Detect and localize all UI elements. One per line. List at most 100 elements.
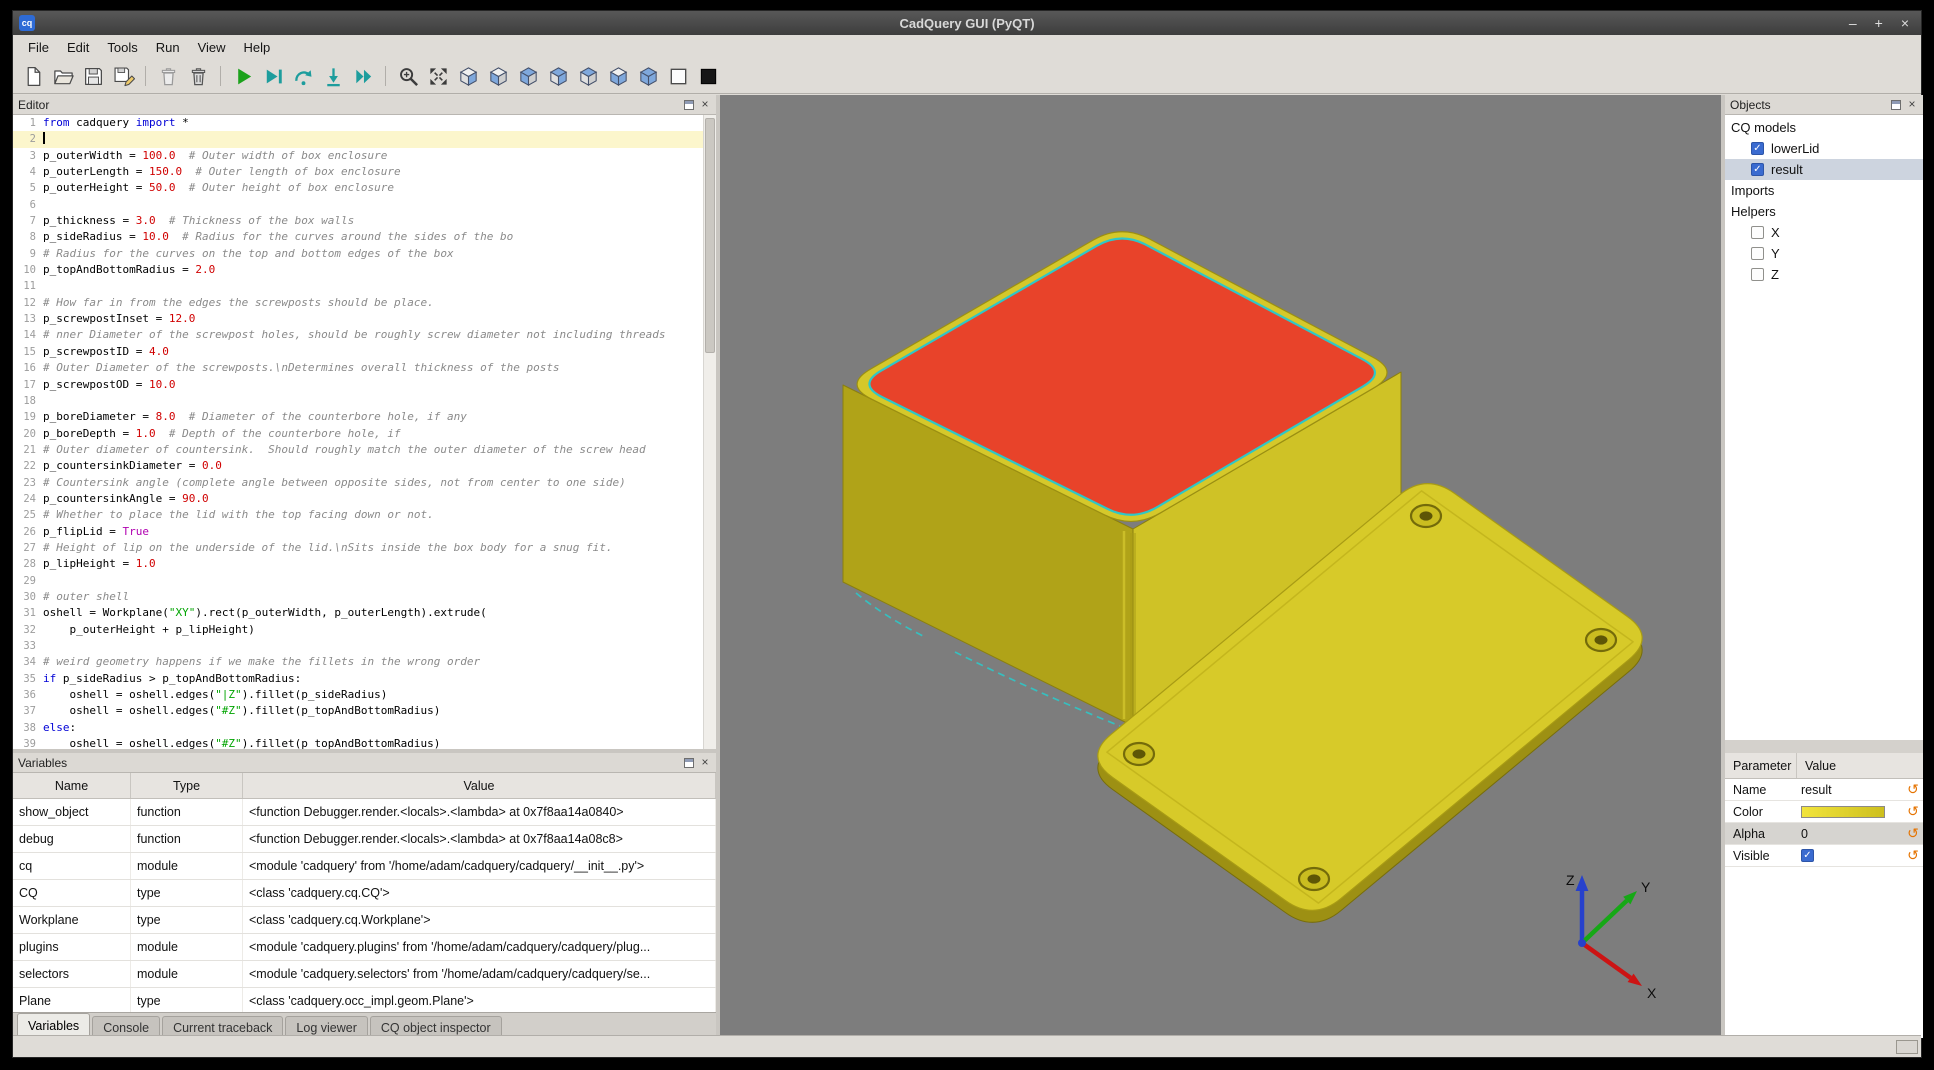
menu-view[interactable]: View [189,38,235,57]
undock-panel-icon[interactable] [684,100,694,110]
property-value[interactable]: result [1797,783,1903,797]
code-line[interactable]: 3p_outerWidth = 100.0 # Outer width of b… [13,148,716,164]
code-line[interactable]: 5p_outerHeight = 50.0 # Outer height of … [13,180,716,196]
object-item-result[interactable]: result [1725,159,1923,180]
variable-row[interactable]: Planetype<class 'cadquery.occ_impl.geom.… [13,988,716,1012]
column-header-value[interactable]: Value [243,773,716,798]
code-line[interactable]: 26p_flipLid = True [13,524,716,540]
close-button[interactable]: × [1901,11,1909,35]
code-line[interactable]: 18 [13,393,716,409]
close-panel-icon[interactable] [699,99,711,111]
save-as-script-button[interactable] [109,62,137,90]
column-header-name[interactable]: Name [13,773,131,798]
column-header-type[interactable]: Type [131,773,243,798]
code-line[interactable]: 37 oshell = oshell.edges("#Z").fillet(p_… [13,703,716,719]
code-line[interactable]: 33 [13,638,716,654]
code-line[interactable]: 9# Radius for the curves on the top and … [13,246,716,262]
code-line[interactable]: 30# outer shell [13,589,716,605]
open-script-button[interactable] [49,62,77,90]
code-line[interactable]: 15p_screwpostID = 4.0 [13,344,716,360]
visibility-checkbox[interactable] [1751,268,1764,281]
resize-grip[interactable] [1896,1040,1918,1054]
tree-group-helpers[interactable]: Helpers [1725,201,1923,222]
zoom-to-fit-button[interactable] [394,62,422,90]
view-right-button[interactable] [544,62,572,90]
code-line[interactable]: 4p_outerLength = 150.0 # Outer length of… [13,164,716,180]
code-line[interactable]: 1from cadquery import * [13,115,716,131]
column-header-parameter[interactable]: Parameter [1725,753,1797,778]
save-script-button[interactable] [79,62,107,90]
color-swatch[interactable] [1801,806,1885,818]
view-front-button[interactable] [454,62,482,90]
code-line[interactable]: 6 [13,197,716,213]
reset-icon[interactable] [1903,781,1923,798]
code-line[interactable]: 27# Height of lip on the underside of th… [13,540,716,556]
menu-help[interactable]: Help [235,38,280,57]
step-button[interactable] [289,62,317,90]
visibility-checkbox[interactable] [1751,226,1764,239]
code-line[interactable]: 7p_thickness = 3.0 # Thickness of the bo… [13,213,716,229]
view-wireframe-button[interactable] [664,62,692,90]
view-top-button[interactable] [574,62,602,90]
menu-run[interactable]: Run [147,38,189,57]
debug-button[interactable] [259,62,287,90]
scrollbar-thumb[interactable] [705,118,715,353]
code-line[interactable]: 39 oshell = oshell.edges("#Z").fillet(p_… [13,736,716,749]
column-header-value[interactable]: Value [1797,753,1923,778]
view-iso-button[interactable] [634,62,662,90]
variable-row[interactable]: pluginsmodule<module 'cadquery.plugins' … [13,934,716,961]
variable-row[interactable]: debugfunction<function Debugger.render.<… [13,826,716,853]
property-value[interactable] [1797,806,1903,818]
view-shaded-button[interactable] [694,62,722,90]
code-line[interactable]: 14# nner Diameter of the screwpost holes… [13,327,716,343]
close-panel-icon[interactable] [699,757,711,769]
view-left-button[interactable] [514,62,542,90]
code-line[interactable]: 13p_screwpostInset = 12.0 [13,311,716,327]
code-line[interactable]: 35if p_sideRadius > p_topAndBottomRadius… [13,671,716,687]
code-line[interactable]: 25# Whether to place the lid with the to… [13,507,716,523]
object-item-x[interactable]: X [1725,222,1923,243]
code-line[interactable]: 24p_countersinkAngle = 90.0 [13,491,716,507]
code-line[interactable]: 34# weird geometry happens if we make th… [13,654,716,670]
code-line[interactable]: 2 [13,131,716,147]
close-panel-icon[interactable] [1906,99,1918,111]
code-line[interactable]: 12# How far in from the edges the screwp… [13,295,716,311]
viewport[interactable]: Z Y X [720,95,1721,1038]
visible-checkbox[interactable] [1801,849,1814,862]
tree-group-cq-models[interactable]: CQ models [1725,117,1923,138]
variable-row[interactable]: show_objectfunction<function Debugger.re… [13,799,716,826]
undock-panel-icon[interactable] [1891,100,1901,110]
view-back-button[interactable] [484,62,512,90]
step-into-button[interactable] [319,62,347,90]
delete-object-button[interactable] [184,62,212,90]
variable-row[interactable]: CQtype<class 'cadquery.cq.CQ'> [13,880,716,907]
menu-tools[interactable]: Tools [98,38,146,57]
code-line[interactable]: 21# Outer diameter of countersink. Shoul… [13,442,716,458]
continue-button[interactable] [349,62,377,90]
maximize-button[interactable]: + [1875,11,1883,35]
code-line[interactable]: 17p_screwpostOD = 10.0 [13,377,716,393]
code-line[interactable]: 36 oshell = oshell.edges("|Z").fillet(p_… [13,687,716,703]
code-line[interactable]: 16# Outer Diameter of the screwposts.\nD… [13,360,716,376]
minimize-button[interactable]: – [1849,11,1857,35]
view-bottom-button[interactable] [604,62,632,90]
property-value[interactable]: 0 [1797,827,1903,841]
reset-icon[interactable] [1903,803,1923,820]
visibility-checkbox[interactable] [1751,163,1764,176]
code-line[interactable]: 22p_countersinkDiameter = 0.0 [13,458,716,474]
reset-icon[interactable] [1903,825,1923,842]
code-line[interactable]: 38else: [13,720,716,736]
code-line[interactable]: 19p_boreDiameter = 8.0 # Diameter of the… [13,409,716,425]
variable-row[interactable]: cqmodule<module 'cadquery' from '/home/a… [13,853,716,880]
code-line[interactable]: 8p_sideRadius = 10.0 # Radius for the cu… [13,229,716,245]
code-line[interactable]: 31oshell = Workplane("XY").rect(p_outerW… [13,605,716,621]
visibility-checkbox[interactable] [1751,142,1764,155]
object-item-lowerlid[interactable]: lowerLid [1725,138,1923,159]
tree-group-imports[interactable]: Imports [1725,180,1923,201]
object-item-y[interactable]: Y [1725,243,1923,264]
code-line[interactable]: 32 p_outerHeight + p_lipHeight) [13,622,716,638]
titlebar[interactable]: cq CadQuery GUI (PyQT) –+× [13,11,1921,35]
editor-scrollbar[interactable] [703,115,716,749]
new-script-button[interactable] [19,62,47,90]
object-item-z[interactable]: Z [1725,264,1923,285]
